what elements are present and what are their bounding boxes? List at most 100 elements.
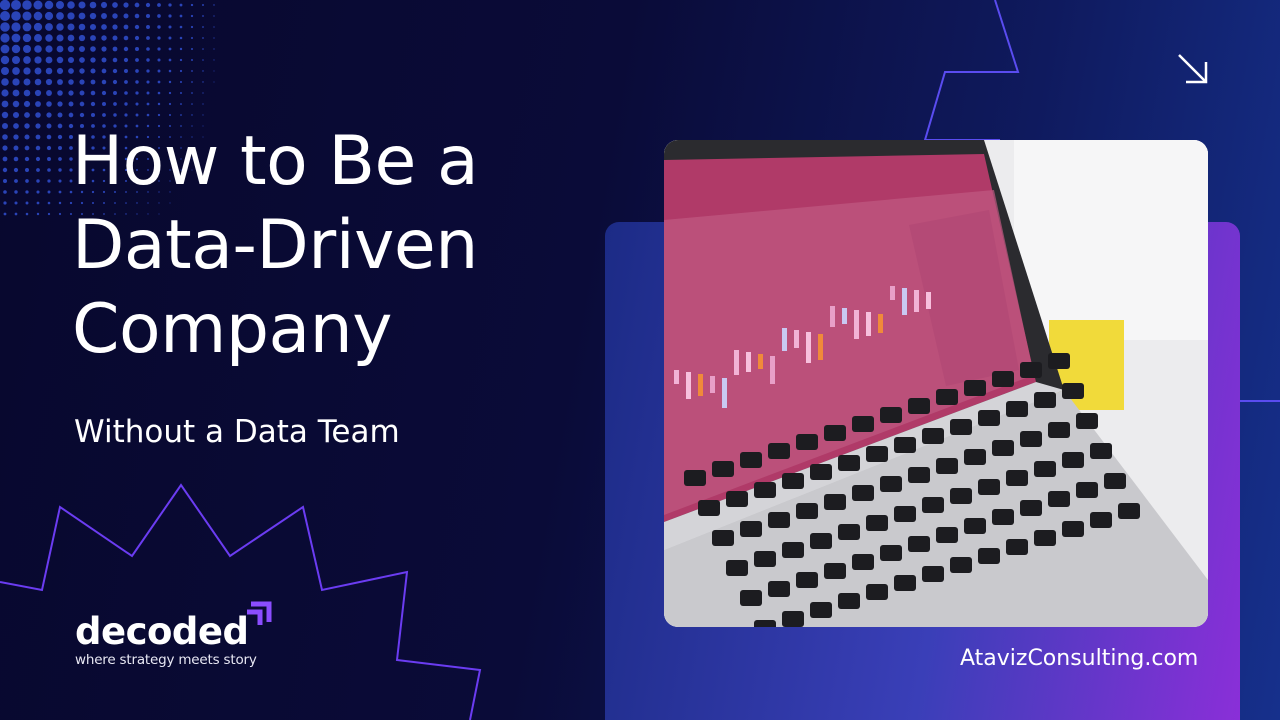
dot bbox=[22, 22, 32, 32]
dot bbox=[67, 12, 75, 20]
key bbox=[698, 500, 720, 516]
dot bbox=[135, 102, 139, 106]
dot bbox=[89, 12, 97, 20]
dot bbox=[157, 102, 161, 106]
key bbox=[1062, 521, 1084, 537]
dot bbox=[13, 134, 19, 140]
dot bbox=[168, 113, 172, 117]
dot bbox=[123, 57, 129, 63]
dot bbox=[101, 68, 107, 74]
dot bbox=[146, 58, 150, 62]
dot bbox=[1, 78, 9, 86]
key bbox=[950, 419, 972, 435]
key bbox=[922, 428, 944, 444]
dot bbox=[14, 201, 18, 205]
candle bbox=[758, 354, 763, 369]
dot bbox=[145, 2, 151, 8]
dot bbox=[90, 68, 96, 74]
dot bbox=[13, 167, 19, 173]
dot bbox=[90, 35, 96, 41]
key bbox=[1020, 500, 1042, 516]
dot bbox=[11, 22, 21, 32]
website-link[interactable]: AtavizConsulting.com bbox=[960, 646, 1198, 671]
candle bbox=[878, 314, 883, 333]
key bbox=[712, 530, 734, 546]
key bbox=[1062, 452, 1084, 468]
candle bbox=[914, 290, 919, 312]
dot bbox=[11, 0, 21, 10]
key bbox=[1048, 353, 1070, 369]
dot bbox=[13, 123, 19, 129]
dot bbox=[89, 1, 97, 9]
dot bbox=[157, 58, 161, 62]
dot bbox=[168, 14, 172, 18]
dot bbox=[11, 33, 21, 43]
dot bbox=[146, 36, 150, 40]
key bbox=[684, 470, 706, 486]
dot bbox=[157, 69, 161, 73]
dot bbox=[24, 123, 30, 129]
dot bbox=[202, 59, 204, 61]
key bbox=[782, 611, 804, 627]
dot bbox=[3, 201, 7, 205]
key bbox=[922, 497, 944, 513]
dot bbox=[134, 13, 140, 19]
dot bbox=[57, 145, 63, 151]
candle bbox=[746, 352, 751, 372]
dot bbox=[12, 100, 20, 108]
dot bbox=[47, 190, 51, 194]
dot bbox=[44, 0, 54, 10]
dot bbox=[3, 190, 7, 194]
dot bbox=[11, 44, 21, 54]
dot bbox=[90, 46, 96, 52]
key bbox=[866, 446, 888, 462]
dot bbox=[112, 57, 118, 63]
dot bbox=[45, 67, 53, 75]
key bbox=[1062, 383, 1084, 399]
dot bbox=[213, 15, 215, 17]
dot bbox=[35, 145, 41, 151]
dot bbox=[22, 33, 32, 43]
dot bbox=[190, 3, 194, 7]
key bbox=[768, 512, 790, 528]
dot bbox=[34, 78, 42, 86]
dot bbox=[79, 112, 85, 118]
dot bbox=[14, 212, 18, 216]
dot bbox=[113, 102, 117, 106]
candle bbox=[674, 370, 679, 384]
candle bbox=[686, 372, 691, 399]
dot bbox=[35, 134, 41, 140]
dot bbox=[56, 45, 64, 53]
dot bbox=[14, 190, 18, 194]
dot bbox=[79, 79, 85, 85]
dot bbox=[123, 13, 129, 19]
subtitle: Without a Data Team bbox=[74, 414, 400, 450]
dot bbox=[168, 3, 172, 7]
dot bbox=[58, 190, 62, 194]
dot bbox=[46, 90, 52, 96]
dot bbox=[2, 167, 8, 173]
dot bbox=[145, 13, 151, 19]
key bbox=[922, 566, 944, 582]
dot bbox=[112, 24, 118, 30]
dot bbox=[79, 68, 85, 74]
dot bbox=[191, 48, 193, 50]
dot bbox=[68, 90, 74, 96]
dot bbox=[112, 79, 118, 85]
candle bbox=[794, 330, 799, 348]
dot bbox=[179, 3, 183, 7]
dot bbox=[78, 34, 86, 42]
dot bbox=[36, 168, 40, 172]
candle bbox=[698, 374, 703, 396]
dot bbox=[179, 36, 183, 40]
dot bbox=[202, 81, 204, 83]
key bbox=[880, 476, 902, 492]
brand-tagline: where strategy meets story bbox=[75, 652, 257, 668]
brand-logo: decoded where strategy meets story bbox=[75, 601, 272, 668]
dot bbox=[78, 1, 86, 9]
dot bbox=[213, 81, 215, 83]
dot bbox=[58, 179, 62, 183]
dot bbox=[179, 58, 183, 62]
dot bbox=[202, 15, 204, 17]
dot bbox=[168, 47, 172, 51]
